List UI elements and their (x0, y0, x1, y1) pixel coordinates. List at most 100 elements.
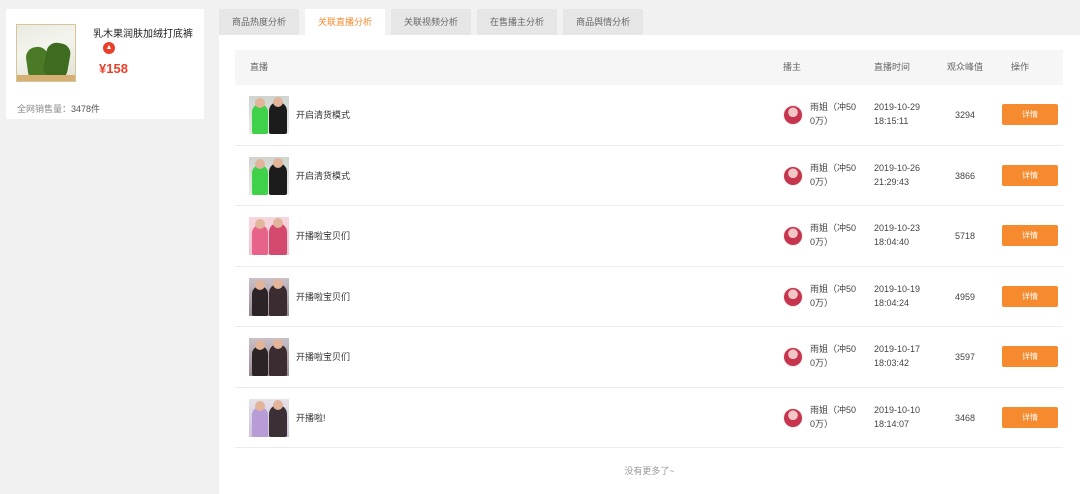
header-peak: 观众峰值 (947, 62, 984, 72)
product-image[interactable] (16, 24, 76, 82)
details-button[interactable]: 详情 (1002, 346, 1058, 367)
cover-figure (252, 164, 268, 195)
table-row: 开启清货模式 雨姐（冲500万） 2019-10-29 18:15:11 3294 详情 (235, 85, 1063, 146)
cover-figure (252, 225, 268, 255)
sales-volume: 全网销售量：3478件 (17, 102, 100, 115)
sales-label: 全网销售量： (17, 104, 72, 114)
live-clock: 18:15:11 (874, 116, 909, 126)
live-title[interactable]: 开启清货模式 (296, 146, 350, 206)
cover-figure (273, 399, 283, 410)
live-time: 2019-10-10 18:14:07 (874, 403, 920, 431)
analysis-tabs: 商品热度分析 关联直播分析 关联视频分析 在售播主分析 商品舆情分析 (219, 9, 649, 35)
live-date: 2019-10-23 (874, 223, 921, 233)
live-date: 2019-10-10 (874, 404, 921, 415)
table-row: 开启清货模式 雨姐（冲500万） 2019-10-26 21:29:43 3866 详情 (235, 146, 1063, 206)
cover-figure (252, 346, 268, 376)
live-time: 2019-10-17 18:03:42 (874, 342, 920, 370)
tab-product-heat[interactable]: 商品热度分析 (219, 9, 300, 35)
host-avatar[interactable] (783, 226, 803, 246)
host-avatar[interactable] (783, 105, 803, 125)
host-avatar[interactable] (783, 286, 803, 307)
table-row: 开播啦宝贝们 雨姐（冲500万） 2019-10-23 18:04:40 5718 详情 (235, 206, 1063, 267)
details-button[interactable]: 详情 (1002, 406, 1058, 428)
cover-figure (252, 406, 268, 437)
cover-figure (255, 219, 265, 229)
sales-value: 3478件 (71, 104, 101, 114)
live-time: 2019-10-26 21:29:43 (874, 161, 920, 189)
details-button[interactable]: 详情 (1002, 225, 1058, 246)
tab-video-analysis[interactable]: 关联视频分析 (391, 9, 472, 35)
live-date: 2019-10-26 (874, 162, 921, 173)
tab-host-analysis[interactable]: 在售播主分析 (477, 9, 558, 35)
host-name[interactable]: 雨姐（冲500万） (810, 100, 860, 128)
peak-viewers: 3468 (955, 412, 976, 423)
live-cover-image[interactable] (249, 338, 289, 376)
live-title[interactable]: 开播啦宝贝们 (296, 206, 350, 266)
live-time: 2019-10-19 18:04:24 (874, 282, 920, 310)
cover-figure (273, 157, 283, 168)
cover-figure (255, 400, 265, 411)
live-date: 2019-10-19 (874, 283, 921, 294)
table-row: 开播啦宝贝们 雨姐（冲500万） 2019-10-19 18:04:24 4959 详情 (235, 267, 1063, 327)
cover-figure (255, 279, 265, 290)
host-name[interactable]: 雨姐（冲500万） (810, 403, 860, 431)
host-avatar[interactable] (783, 165, 803, 186)
host-name[interactable]: 雨姐（冲500万） (810, 282, 860, 310)
peak-viewers: 3597 (955, 352, 976, 362)
live-clock: 18:14:07 (874, 418, 910, 429)
cover-figure (252, 104, 268, 134)
product-card: 乳木果润肤加绒打底裤 ▲ ¥158 全网销售量：3478件 (6, 9, 204, 119)
host-name[interactable]: 雨姐（冲500万） (810, 161, 860, 189)
live-clock: 18:04:40 (874, 237, 910, 247)
live-title[interactable]: 开播啦! (296, 388, 326, 448)
host-avatar[interactable] (783, 347, 803, 367)
live-date: 2019-10-17 (874, 344, 921, 354)
header-host: 播主 (783, 62, 802, 72)
table-row: 开播啦! 雨姐（冲500万） 2019-10-10 18:14:07 3468 详情 (235, 388, 1063, 448)
live-date: 2019-10-29 (874, 102, 921, 112)
live-cover-image[interactable] (249, 398, 289, 437)
peak-viewers: 5718 (955, 231, 976, 241)
table-row: 开播啦宝贝们 雨姐（冲500万） 2019-10-17 18:03:42 3597 详情 (235, 327, 1063, 388)
details-button[interactable]: 详情 (1002, 285, 1058, 307)
live-cover-image[interactable] (249, 217, 289, 255)
live-title[interactable]: 开启清货模式 (296, 85, 350, 145)
product-image-detail (17, 75, 75, 81)
cover-figure (273, 339, 283, 349)
live-title[interactable]: 开播啦宝贝们 (296, 327, 350, 387)
live-clock: 18:03:42 (874, 358, 910, 368)
live-title[interactable]: 开播啦宝贝们 (296, 267, 350, 327)
live-time: 2019-10-29 18:15:11 (874, 100, 920, 128)
cover-figure (273, 278, 283, 289)
live-clock: 18:04:24 (874, 297, 910, 308)
cover-figure (255, 98, 265, 108)
details-button[interactable]: 详情 (1002, 104, 1058, 125)
cover-figure (252, 285, 268, 316)
peak-viewers: 4959 (955, 291, 976, 302)
hot-icon: ▲ (103, 42, 115, 54)
cover-figure (255, 158, 265, 169)
cover-figure (273, 97, 283, 107)
host-name[interactable]: 雨姐（冲500万） (810, 342, 860, 370)
cover-figure (273, 218, 283, 228)
table-header: 直播 播主 直播时间 观众峰值 操作 (235, 50, 1063, 85)
table-body: 开启清货模式 雨姐（冲500万） 2019-10-29 18:15:11 3294 详情开… (235, 85, 1063, 448)
live-cover-image[interactable] (249, 156, 289, 195)
tab-live-analysis[interactable]: 关联直播分析 (305, 9, 386, 35)
tab-sentiment-analysis[interactable]: 商品舆情分析 (563, 9, 644, 35)
product-price: ¥158 (99, 61, 128, 76)
header-action: 操作 (1011, 62, 1030, 72)
no-more-text: 没有更多了~ (624, 466, 675, 476)
product-name[interactable]: 乳木果润肤加绒打底裤 (93, 25, 193, 40)
header-time: 直播时间 (874, 62, 911, 72)
details-button[interactable]: 详情 (1002, 164, 1058, 186)
peak-viewers: 3866 (955, 170, 976, 181)
host-avatar[interactable] (783, 407, 803, 428)
cover-figure (255, 340, 265, 350)
live-time: 2019-10-23 18:04:40 (874, 221, 920, 249)
live-cover-image[interactable] (249, 277, 289, 316)
header-live: 直播 (250, 62, 269, 72)
live-clock: 21:29:43 (874, 176, 910, 187)
host-name[interactable]: 雨姐（冲500万） (810, 221, 860, 249)
live-cover-image[interactable] (249, 96, 289, 134)
